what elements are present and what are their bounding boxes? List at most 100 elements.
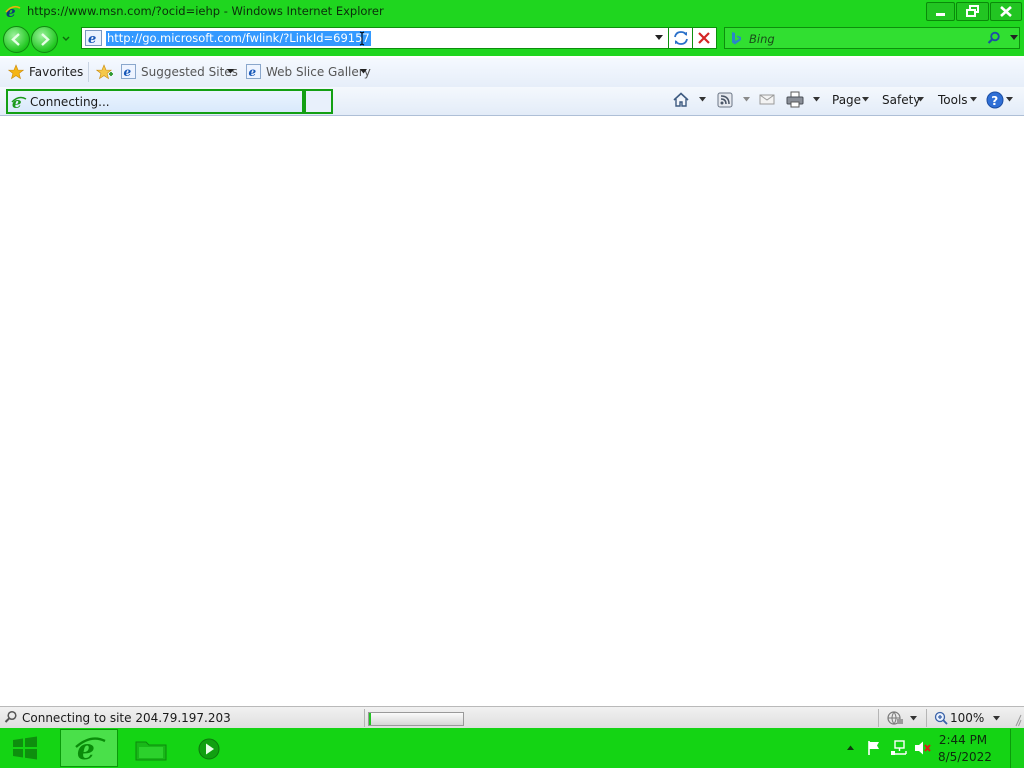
start-button[interactable] bbox=[10, 735, 40, 761]
folder-icon bbox=[135, 741, 167, 761]
start-icon bbox=[13, 736, 37, 760]
feeds-button[interactable] bbox=[717, 92, 733, 108]
bing-icon bbox=[730, 31, 742, 46]
chevron-up-icon bbox=[847, 745, 854, 750]
text-cursor-icon bbox=[359, 31, 365, 46]
mail-icon bbox=[759, 94, 775, 105]
globe-icon bbox=[887, 711, 903, 725]
chevron-down-icon bbox=[910, 716, 917, 721]
search-input[interactable]: Bing bbox=[749, 32, 775, 46]
protected-mode-dropdown[interactable] bbox=[909, 715, 918, 722]
restore-icon bbox=[966, 5, 979, 17]
address-input[interactable]: http://go.microsoft.com/fwlink/?LinkId=6… bbox=[106, 31, 371, 46]
help-button[interactable]: ? bbox=[986, 91, 1004, 109]
print-dropdown[interactable] bbox=[812, 96, 821, 103]
new-tab-button[interactable] bbox=[304, 89, 333, 114]
close-icon bbox=[1000, 6, 1012, 17]
home-dropdown[interactable] bbox=[698, 96, 707, 103]
tab-label: Connecting... bbox=[30, 95, 110, 109]
zoom-level[interactable]: 100% bbox=[950, 711, 984, 725]
svg-text:e: e bbox=[12, 94, 22, 110]
web-slice-gallery-link[interactable]: Web Slice Gallery bbox=[266, 65, 371, 79]
search-button[interactable] bbox=[987, 31, 1001, 45]
print-button[interactable] bbox=[786, 91, 804, 108]
tools-menu-dropdown[interactable] bbox=[969, 96, 978, 103]
refresh-button[interactable] bbox=[672, 30, 690, 46]
ie-icon: e bbox=[85, 30, 102, 46]
show-desktop-button[interactable] bbox=[1010, 729, 1024, 768]
suggested-sites-dropdown[interactable] bbox=[226, 68, 235, 75]
chevron-down-icon bbox=[699, 97, 706, 102]
chevron-down-icon bbox=[1010, 35, 1018, 40]
taskbar-item-internet-explorer[interactable]: e bbox=[60, 729, 118, 767]
chevron-down-icon bbox=[655, 35, 663, 40]
refresh-icon bbox=[674, 31, 688, 45]
page-icon: e bbox=[85, 30, 102, 46]
chevron-down-icon bbox=[970, 97, 977, 102]
search-icon bbox=[4, 710, 17, 723]
forward-button[interactable] bbox=[31, 26, 58, 53]
page-menu-dropdown[interactable] bbox=[861, 96, 870, 103]
chevron-down-icon bbox=[227, 69, 234, 74]
ie-icon: e bbox=[75, 733, 106, 766]
chevron-down-icon bbox=[862, 97, 869, 102]
web-slice-gallery-dropdown[interactable] bbox=[359, 68, 368, 75]
divider bbox=[88, 62, 89, 82]
window-title: https://www.msn.com/?ocid=iehp - Windows… bbox=[27, 4, 384, 18]
stop-button[interactable] bbox=[697, 31, 711, 45]
suggested-sites-link[interactable]: Suggested Sites bbox=[141, 65, 238, 79]
home-button[interactable] bbox=[672, 91, 690, 109]
taskbar-item-explorer[interactable] bbox=[134, 736, 168, 762]
volume-icon[interactable] bbox=[914, 740, 932, 756]
close-button[interactable] bbox=[990, 2, 1022, 21]
network-icon bbox=[891, 740, 907, 755]
taskbar-item-media-player[interactable] bbox=[196, 736, 222, 762]
restore-button[interactable] bbox=[956, 2, 989, 21]
add-to-favorites-bar-button[interactable] bbox=[96, 64, 114, 80]
minimize-icon bbox=[936, 13, 945, 16]
svg-text:?: ? bbox=[991, 94, 998, 108]
home-icon bbox=[673, 92, 689, 107]
chevron-down-icon bbox=[743, 97, 750, 102]
zoom-dropdown[interactable] bbox=[992, 715, 1001, 722]
progress-bar bbox=[368, 712, 464, 726]
zoom-icon bbox=[934, 711, 948, 725]
status-text: Connecting to site 204.79.197.203 bbox=[22, 711, 231, 725]
feeds-dropdown[interactable] bbox=[742, 96, 751, 103]
show-hidden-icons-button[interactable] bbox=[846, 744, 855, 751]
media-player-icon bbox=[198, 738, 220, 760]
chevron-down-icon bbox=[360, 69, 367, 74]
search-options-dropdown[interactable] bbox=[1009, 34, 1019, 42]
minimize-button[interactable] bbox=[926, 2, 955, 21]
star-icon bbox=[8, 64, 24, 80]
favorites-button[interactable] bbox=[8, 64, 24, 80]
page-content[interactable] bbox=[0, 116, 1024, 706]
chevron-down-icon bbox=[917, 97, 924, 102]
help-dropdown[interactable] bbox=[1005, 96, 1014, 103]
tools-menu[interactable]: Tools bbox=[938, 93, 968, 107]
svg-text:e: e bbox=[88, 32, 96, 46]
recent-pages-dropdown[interactable] bbox=[61, 34, 71, 44]
read-mail-button[interactable] bbox=[759, 93, 775, 106]
divider bbox=[926, 709, 927, 727]
svg-text:e: e bbox=[249, 65, 257, 79]
resize-grip[interactable] bbox=[1012, 709, 1022, 727]
protected-mode-button[interactable] bbox=[886, 710, 904, 726]
network-icon[interactable] bbox=[890, 740, 908, 756]
address-dropdown[interactable] bbox=[654, 34, 664, 42]
safety-menu[interactable]: Safety bbox=[882, 93, 920, 107]
back-button[interactable] bbox=[3, 26, 30, 53]
action-center-icon[interactable] bbox=[866, 740, 882, 756]
search-box[interactable]: Bing bbox=[724, 27, 1020, 49]
back-icon bbox=[11, 33, 20, 46]
print-icon bbox=[786, 91, 804, 108]
chevron-down-icon bbox=[62, 36, 70, 41]
clock-time[interactable]: 2:44 PM bbox=[938, 733, 988, 747]
safety-menu-dropdown[interactable] bbox=[916, 96, 925, 103]
address-bar[interactable]: e http://go.microsoft.com/fwlink/?LinkId… bbox=[81, 27, 717, 49]
page-menu[interactable]: Page bbox=[832, 93, 861, 107]
tab-active[interactable]: e Connecting... bbox=[6, 89, 304, 114]
favorites-label[interactable]: Favorites bbox=[29, 65, 83, 79]
stop-icon bbox=[698, 32, 710, 44]
clock-date[interactable]: 8/5/2022 bbox=[938, 750, 992, 764]
